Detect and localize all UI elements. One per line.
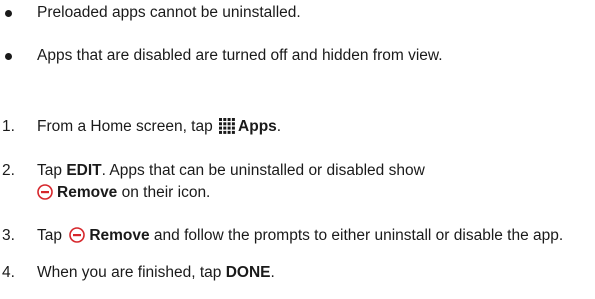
step-number: 4. [2, 264, 15, 281]
bullet-dot [5, 53, 12, 60]
apps-grid-icon [219, 118, 236, 134]
remove-icon [37, 184, 53, 200]
step-text: . Apps that can be uninstalled or disabl… [101, 162, 425, 179]
done-label: DONE [225, 264, 271, 281]
note-text: Apps that are disabled are turned off an… [37, 47, 443, 64]
step-text: . [270, 264, 275, 281]
note-item: Apps that are disabled are turned off an… [0, 45, 443, 67]
step-body: Tap Remove and follow the prompts to eit… [37, 225, 593, 247]
step-number: 1. [2, 118, 15, 135]
remove-label: Remove [89, 227, 150, 244]
step-text: . [276, 118, 282, 135]
remove-label: Remove [57, 184, 118, 201]
apps-label: Apps [238, 118, 277, 135]
step-body: Tap EDIT. Apps that can be uninstalled o… [37, 160, 593, 204]
step-text: and follow the prompts to either uninsta… [149, 227, 564, 244]
step-text: From a Home screen, tap [37, 118, 213, 135]
step-number: 3. [2, 227, 15, 244]
remove-icon [69, 227, 86, 243]
step-text: When you are finished, tap [37, 264, 222, 281]
step-text: Tap [37, 162, 62, 179]
step-body: When you are finished, tap DONE. [37, 262, 593, 284]
step-text: on their icon. [117, 184, 211, 201]
step-number: 2. [2, 162, 15, 179]
note-text: Preloaded apps cannot be uninstalled. [37, 4, 301, 21]
step-body: From a Home screen, tap Apps. [37, 116, 593, 138]
edit-label: EDIT [66, 162, 102, 179]
bullet-dot [5, 10, 12, 17]
step-text: Tap [37, 227, 62, 244]
note-item: Preloaded apps cannot be uninstalled. [0, 2, 301, 24]
